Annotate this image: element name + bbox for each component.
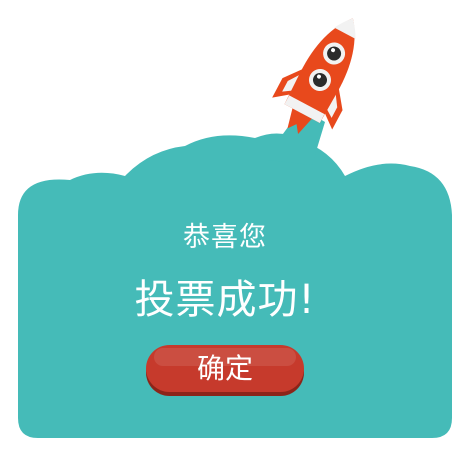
confirm-button-label: 确定 xyxy=(196,352,253,385)
vote-success-title: 投票成功! xyxy=(134,277,316,323)
confirm-button[interactable]: 确定 xyxy=(146,345,304,392)
success-dialog: 恭喜您 投票成功! 确定 xyxy=(0,0,470,454)
greeting-text: 恭喜您 xyxy=(183,222,267,253)
